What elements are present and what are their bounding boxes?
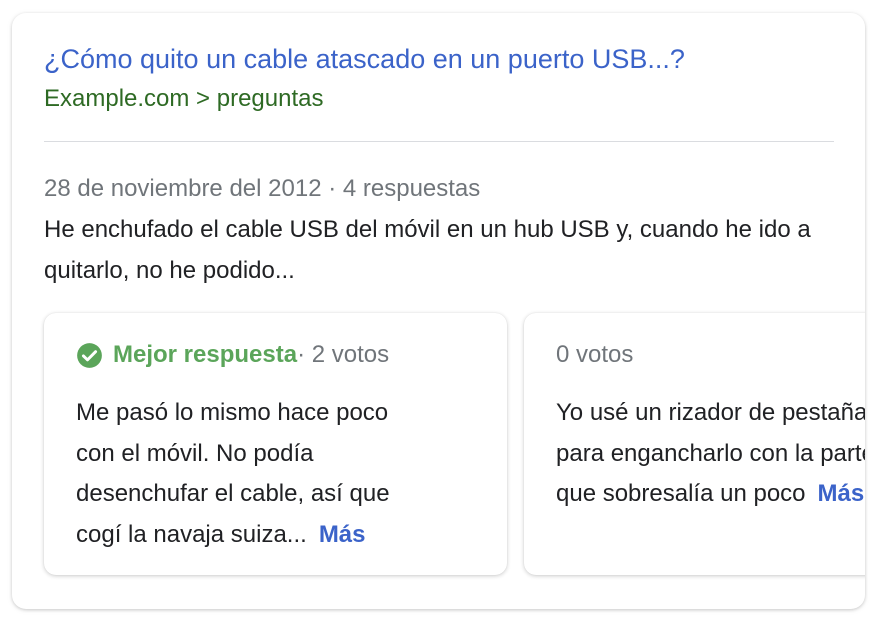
question-snippet: He enchufado el cable USB del móvil en u… [44,216,811,284]
answer-line: con el móvil. No podía [76,439,314,467]
answer-line: que sobresalía un poco [556,480,806,507]
answer-line-last: cogí la navaja suiza... Más [76,515,486,556]
divider [44,141,834,142]
result-breadcrumb[interactable]: Example.com > preguntas [44,83,323,115]
answer-line: para engancharlo con la parte [556,439,865,467]
answer-line: Me pasó lo mismo hace poco [76,399,389,426]
answer-card-best[interactable]: Mejor respuesta · 2 votos Me pasó lo mis… [44,313,507,575]
scrollbar[interactable] [872,0,884,622]
vote-count: 0 votos [556,341,634,368]
page: ¿Cómo quito un cable atascado en un puer… [0,0,884,622]
answer-text: Me pasó lo mismo hace poco con el móvil.… [76,393,486,555]
answer-header: 0 votos [556,339,633,371]
question-meta: 28 de noviembre del 2012 · 4 respuestas [44,175,481,202]
answer-line: cogí la navaja suiza... [76,520,307,548]
check-circle-icon [76,342,103,369]
search-result-card: ¿Cómo quito un cable atascado en un puer… [12,13,865,609]
answer-line-last: que sobresalía un poco Más [556,474,865,515]
answer-line: desenchufar el cable, así que [76,480,390,507]
answer-line: Yo usé un rizador de pestañas [556,399,865,426]
answer-header: Mejor respuesta · 2 votos [76,339,389,371]
best-answer-label: Mejor respuesta [113,341,298,368]
vote-count: · 2 votos [297,341,390,368]
more-link[interactable]: Más [818,480,865,507]
result-title-link[interactable]: ¿Cómo quito un cable atascado en un puer… [44,39,685,79]
more-link[interactable]: Más [319,521,366,548]
answer-card[interactable]: 0 votos Yo usé un rizador de pestañas pa… [524,313,865,575]
answer-text: Yo usé un rizador de pestañas para engan… [556,393,865,515]
answers-carousel[interactable]: Mejor respuesta · 2 votos Me pasó lo mis… [12,293,865,593]
